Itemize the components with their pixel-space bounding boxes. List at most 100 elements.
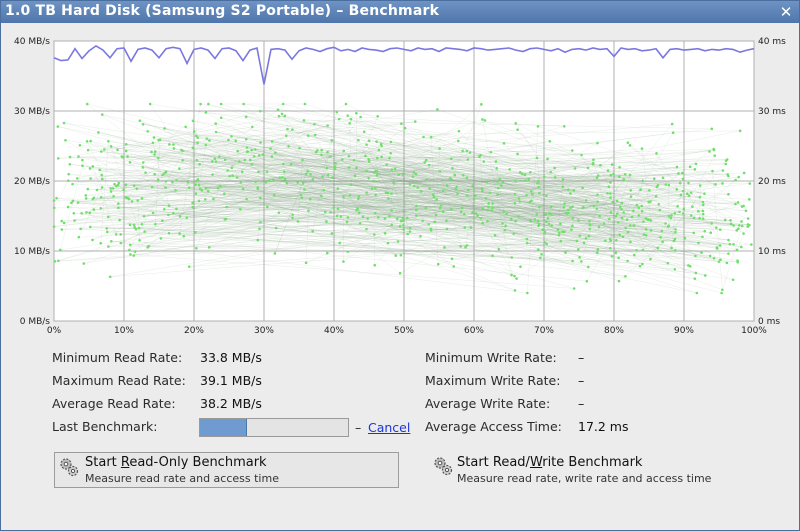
access-time-point [609, 192, 612, 195]
access-time-point [225, 205, 228, 209]
access-time-point [658, 208, 662, 212]
y-left-tick-label: 30 MB/s [14, 107, 50, 117]
access-time-point [286, 127, 289, 131]
access-time-point [681, 189, 685, 193]
access-time-point [609, 173, 613, 177]
avg-write-value: – [578, 396, 585, 411]
access-time-point [337, 117, 341, 121]
access-time-point [416, 186, 419, 189]
access-time-point [675, 188, 679, 191]
access-time-point [451, 166, 454, 170]
y-right-tick-label: 0 ms [758, 317, 780, 327]
benchmark-chart: 0% 10% 20% 30% 40% 50% 60% 70% 80% 90% 100% 0 MB/s 0… [1, 31, 800, 336]
access-time-point [617, 256, 620, 260]
access-time-point [530, 199, 533, 203]
access-time-point [130, 200, 134, 203]
access-time-point [535, 213, 538, 216]
access-time-point [537, 185, 540, 189]
access-time-point [689, 191, 693, 194]
cancel-link[interactable]: Cancel [368, 420, 410, 435]
access-time-point [326, 150, 329, 154]
access-time-point [89, 225, 92, 229]
access-time-point [199, 102, 202, 106]
access-time-point [519, 265, 522, 269]
access-time-point [326, 124, 329, 127]
y-right-tick-label: 40 ms [758, 37, 786, 47]
access-time-point [258, 109, 262, 113]
title-bar[interactable]: 1.0 TB Hard Disk (Samsung S2 Portable) –… [1, 1, 799, 23]
access-time-point [132, 223, 136, 227]
access-time-point [438, 170, 442, 173]
access-time-point [272, 178, 275, 181]
access-time-point [689, 214, 693, 217]
access-time-point [257, 154, 261, 157]
access-time-point [563, 202, 566, 205]
avg-access-label: Average Access Time: [425, 419, 562, 434]
access-time-point [561, 230, 564, 234]
access-time-point [138, 239, 141, 242]
access-time-point [445, 219, 448, 223]
access-time-point [748, 182, 752, 185]
access-time-point [390, 209, 394, 212]
access-time-point [109, 145, 113, 148]
access-time-point [357, 197, 360, 201]
access-time-point [737, 175, 741, 179]
access-time-point [157, 138, 160, 142]
access-time-point [655, 185, 659, 189]
access-time-point [386, 191, 390, 195]
access-time-point [578, 256, 581, 259]
access-time-point [291, 213, 294, 216]
access-time-point [701, 235, 704, 239]
access-time-point [548, 211, 551, 215]
access-time-point [669, 216, 673, 220]
access-time-point [178, 215, 182, 218]
access-time-point [698, 184, 702, 187]
access-time-point [541, 228, 544, 232]
access-time-point [164, 180, 168, 183]
access-time-point [721, 169, 725, 172]
access-time-point [194, 192, 198, 195]
access-time-point [748, 198, 751, 201]
access-time-point [68, 162, 72, 166]
access-time-point [562, 125, 566, 128]
x-tick-label: 30% [254, 326, 274, 336]
start-read-only-benchmark-button[interactable]: Start Read-Only Benchmark Measure read r… [54, 452, 399, 488]
access-time-point [692, 216, 696, 220]
access-time-point [211, 173, 214, 176]
access-time-point [429, 135, 433, 139]
access-time-point [429, 227, 433, 231]
access-time-point [624, 275, 627, 278]
access-time-point [544, 212, 548, 216]
access-time-point [239, 181, 243, 184]
access-time-point [609, 239, 613, 243]
access-time-point [622, 179, 626, 182]
access-time-point [529, 219, 532, 223]
start-read-write-benchmark-button[interactable]: Start Read/Write Benchmark Measure read … [429, 452, 729, 500]
access-time-point [670, 214, 673, 217]
access-time-point [216, 186, 220, 190]
access-time-point [344, 102, 348, 106]
access-time-point [513, 201, 517, 205]
access-time-point [405, 216, 409, 220]
access-time-point [450, 257, 454, 261]
x-tick-label: 60% [464, 326, 484, 336]
access-time-point [737, 227, 740, 230]
access-time-point [167, 231, 171, 235]
access-time-point [56, 125, 60, 128]
close-icon[interactable]: ✕ [777, 3, 795, 21]
access-time-point [725, 158, 729, 161]
access-time-point [712, 147, 715, 151]
access-time-point [361, 215, 365, 219]
access-time-point [187, 265, 191, 268]
access-time-point [110, 239, 113, 243]
access-time-point [557, 233, 561, 237]
access-time-point [681, 212, 685, 215]
access-time-point [210, 160, 214, 163]
access-time-point [127, 197, 131, 201]
access-time-point [205, 137, 209, 140]
access-time-point [71, 199, 75, 203]
access-time-point [339, 215, 343, 218]
access-time-point [185, 216, 189, 219]
access-time-point [677, 172, 680, 175]
access-time-point [178, 232, 181, 236]
